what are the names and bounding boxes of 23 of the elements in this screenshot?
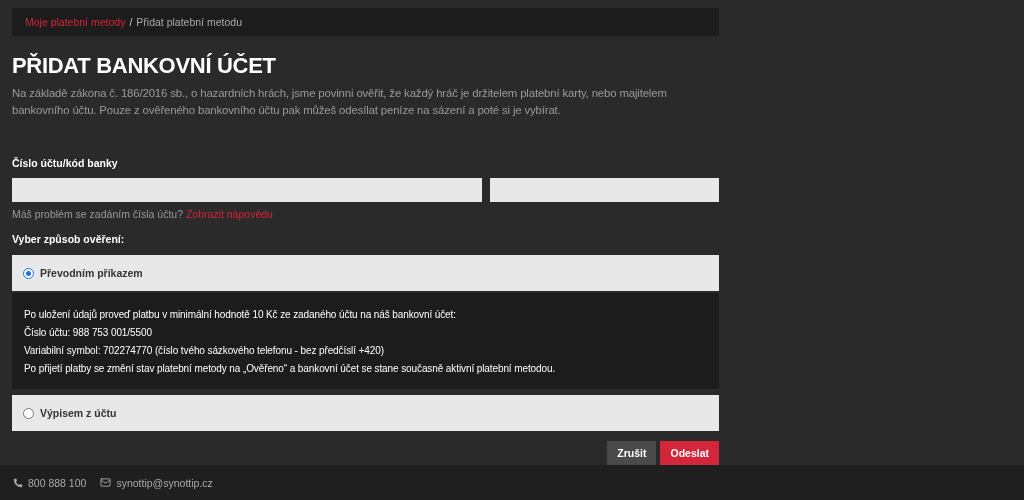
intro-text: Na základě zákona č. 186/2016 sb., o hazardních hrách, jsme povinni ověřit, že každý hráč je držitelem platební karty, nebo majitelem bankovního účtu. Pouze z ověřeného bankovního účtu pak můžeš odesílat peníze na sázení a poté si je vybírat. (12, 86, 668, 118)
submit-button[interactable]: Odeslat (660, 441, 719, 465)
help-text: Máš problém se zadáním čísla účtu? (12, 208, 183, 220)
email-address: synottip@synottip.cz (116, 476, 213, 489)
bank-code-field[interactable] (490, 178, 719, 202)
radio-button[interactable] (23, 267, 34, 279)
account-label: Číslo účtu/kód banky (12, 157, 119, 169)
method-option[interactable]: Výpisem z účtu (12, 395, 719, 431)
radio-button[interactable] (23, 407, 34, 419)
breadcrumb-separator: / (129, 16, 133, 28)
details-line: Číslo účtu: 988 753 001/5500 (24, 325, 153, 340)
method-option[interactable]: Převodním příkazem (12, 255, 719, 291)
page-title: PŘIDAT BANKOVNÍ ÚČET (12, 53, 277, 79)
method-label: Vyber způsob ověření: (12, 233, 126, 245)
mail-icon (100, 477, 112, 488)
phone-icon (13, 477, 23, 488)
details-line: Variabilní symbol: 702274770 (číslo tvého sázkového telefonu - bez předčíslí +420) (24, 344, 385, 358)
cancel-button[interactable]: Zrušit (607, 441, 657, 465)
phone-number: 800 888 100 (28, 476, 87, 489)
details-line: Po uložení údajů proveď platbu v minimální hodnotě 10 Kč ze zadaného účtu na náš bankovní účet: (24, 308, 457, 322)
account-number-field[interactable] (12, 178, 482, 202)
details-line: Po přijetí platby se změní stav platební metody na „Ověřeno“ a bankovní účet se stane současně aktivní platební metodou. (24, 362, 557, 376)
breadcrumb-current: Přidat platební metodu (136, 16, 242, 28)
